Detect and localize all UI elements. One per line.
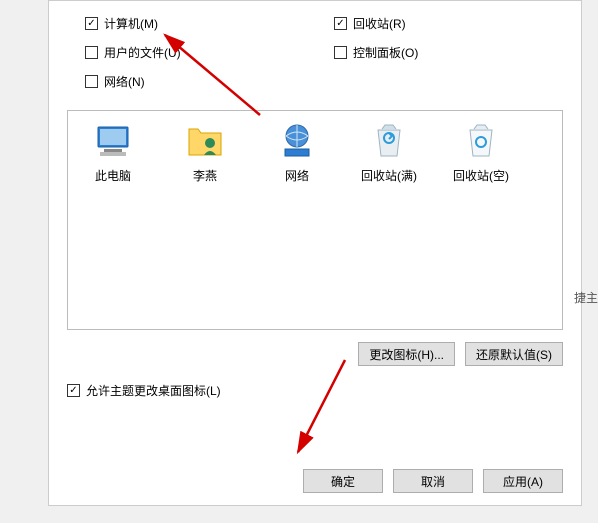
checkbox-icon — [85, 46, 98, 59]
desktop-icons-checkbox-group: 计算机(M) 回收站(R) 用户的文件(U) 控制面板(O) 网络(N) — [67, 15, 563, 90]
icon-label: 李燕 — [168, 167, 242, 184]
computer-icon — [76, 121, 150, 161]
checkbox-label: 用户的文件(U) — [104, 44, 181, 61]
cancel-button[interactable]: 取消 — [393, 469, 473, 493]
checkbox-label: 计算机(M) — [104, 15, 158, 32]
icon-label: 网络 — [260, 167, 334, 184]
allow-theme-checkbox[interactable]: 允许主题更改桌面图标(L) — [67, 382, 563, 399]
checkbox-icon — [67, 384, 80, 397]
checkbox-icon — [334, 17, 347, 30]
network-icon — [260, 121, 334, 161]
change-icon-button[interactable]: 更改图标(H)... — [358, 342, 455, 366]
cropped-side-text: 捷主 — [574, 289, 598, 306]
checkbox-computer[interactable]: 计算机(M) — [85, 15, 314, 32]
checkbox-label: 回收站(R) — [353, 15, 406, 32]
icon-network[interactable]: 网络 — [260, 121, 334, 184]
checkbox-icon — [85, 75, 98, 88]
ok-button[interactable]: 确定 — [303, 469, 383, 493]
icon-recycle-bin-full[interactable]: 回收站(满) — [352, 121, 426, 184]
dialog-buttons-row: 确定 取消 应用(A) — [303, 469, 563, 493]
checkbox-label: 控制面板(O) — [353, 44, 418, 61]
icon-label: 回收站(满) — [352, 167, 426, 184]
checkbox-recycle-bin[interactable]: 回收站(R) — [334, 15, 563, 32]
apply-button[interactable]: 应用(A) — [483, 469, 563, 493]
icon-actions-row: 更改图标(H)... 还原默认值(S) — [67, 342, 563, 366]
recycle-bin-empty-icon — [444, 121, 518, 161]
icon-this-pc[interactable]: 此电脑 — [76, 121, 150, 184]
checkbox-label: 允许主题更改桌面图标(L) — [86, 382, 221, 399]
user-folder-icon — [168, 121, 242, 161]
icon-recycle-bin-empty[interactable]: 回收站(空) — [444, 121, 518, 184]
icon-label: 回收站(空) — [444, 167, 518, 184]
checkbox-icon — [334, 46, 347, 59]
checkbox-icon — [85, 17, 98, 30]
icon-user-folder[interactable]: 李燕 — [168, 121, 242, 184]
desktop-icon-settings-dialog: 计算机(M) 回收站(R) 用户的文件(U) 控制面板(O) 网络(N) — [48, 0, 582, 506]
icon-label: 此电脑 — [76, 167, 150, 184]
recycle-bin-full-icon — [352, 121, 426, 161]
checkbox-control-panel[interactable]: 控制面板(O) — [334, 44, 563, 61]
icon-preview-list: 此电脑 李燕 网络 — [67, 110, 563, 330]
restore-default-button[interactable]: 还原默认值(S) — [465, 342, 563, 366]
checkbox-user-files[interactable]: 用户的文件(U) — [85, 44, 314, 61]
checkbox-label: 网络(N) — [104, 73, 145, 90]
checkbox-network[interactable]: 网络(N) — [85, 73, 314, 90]
